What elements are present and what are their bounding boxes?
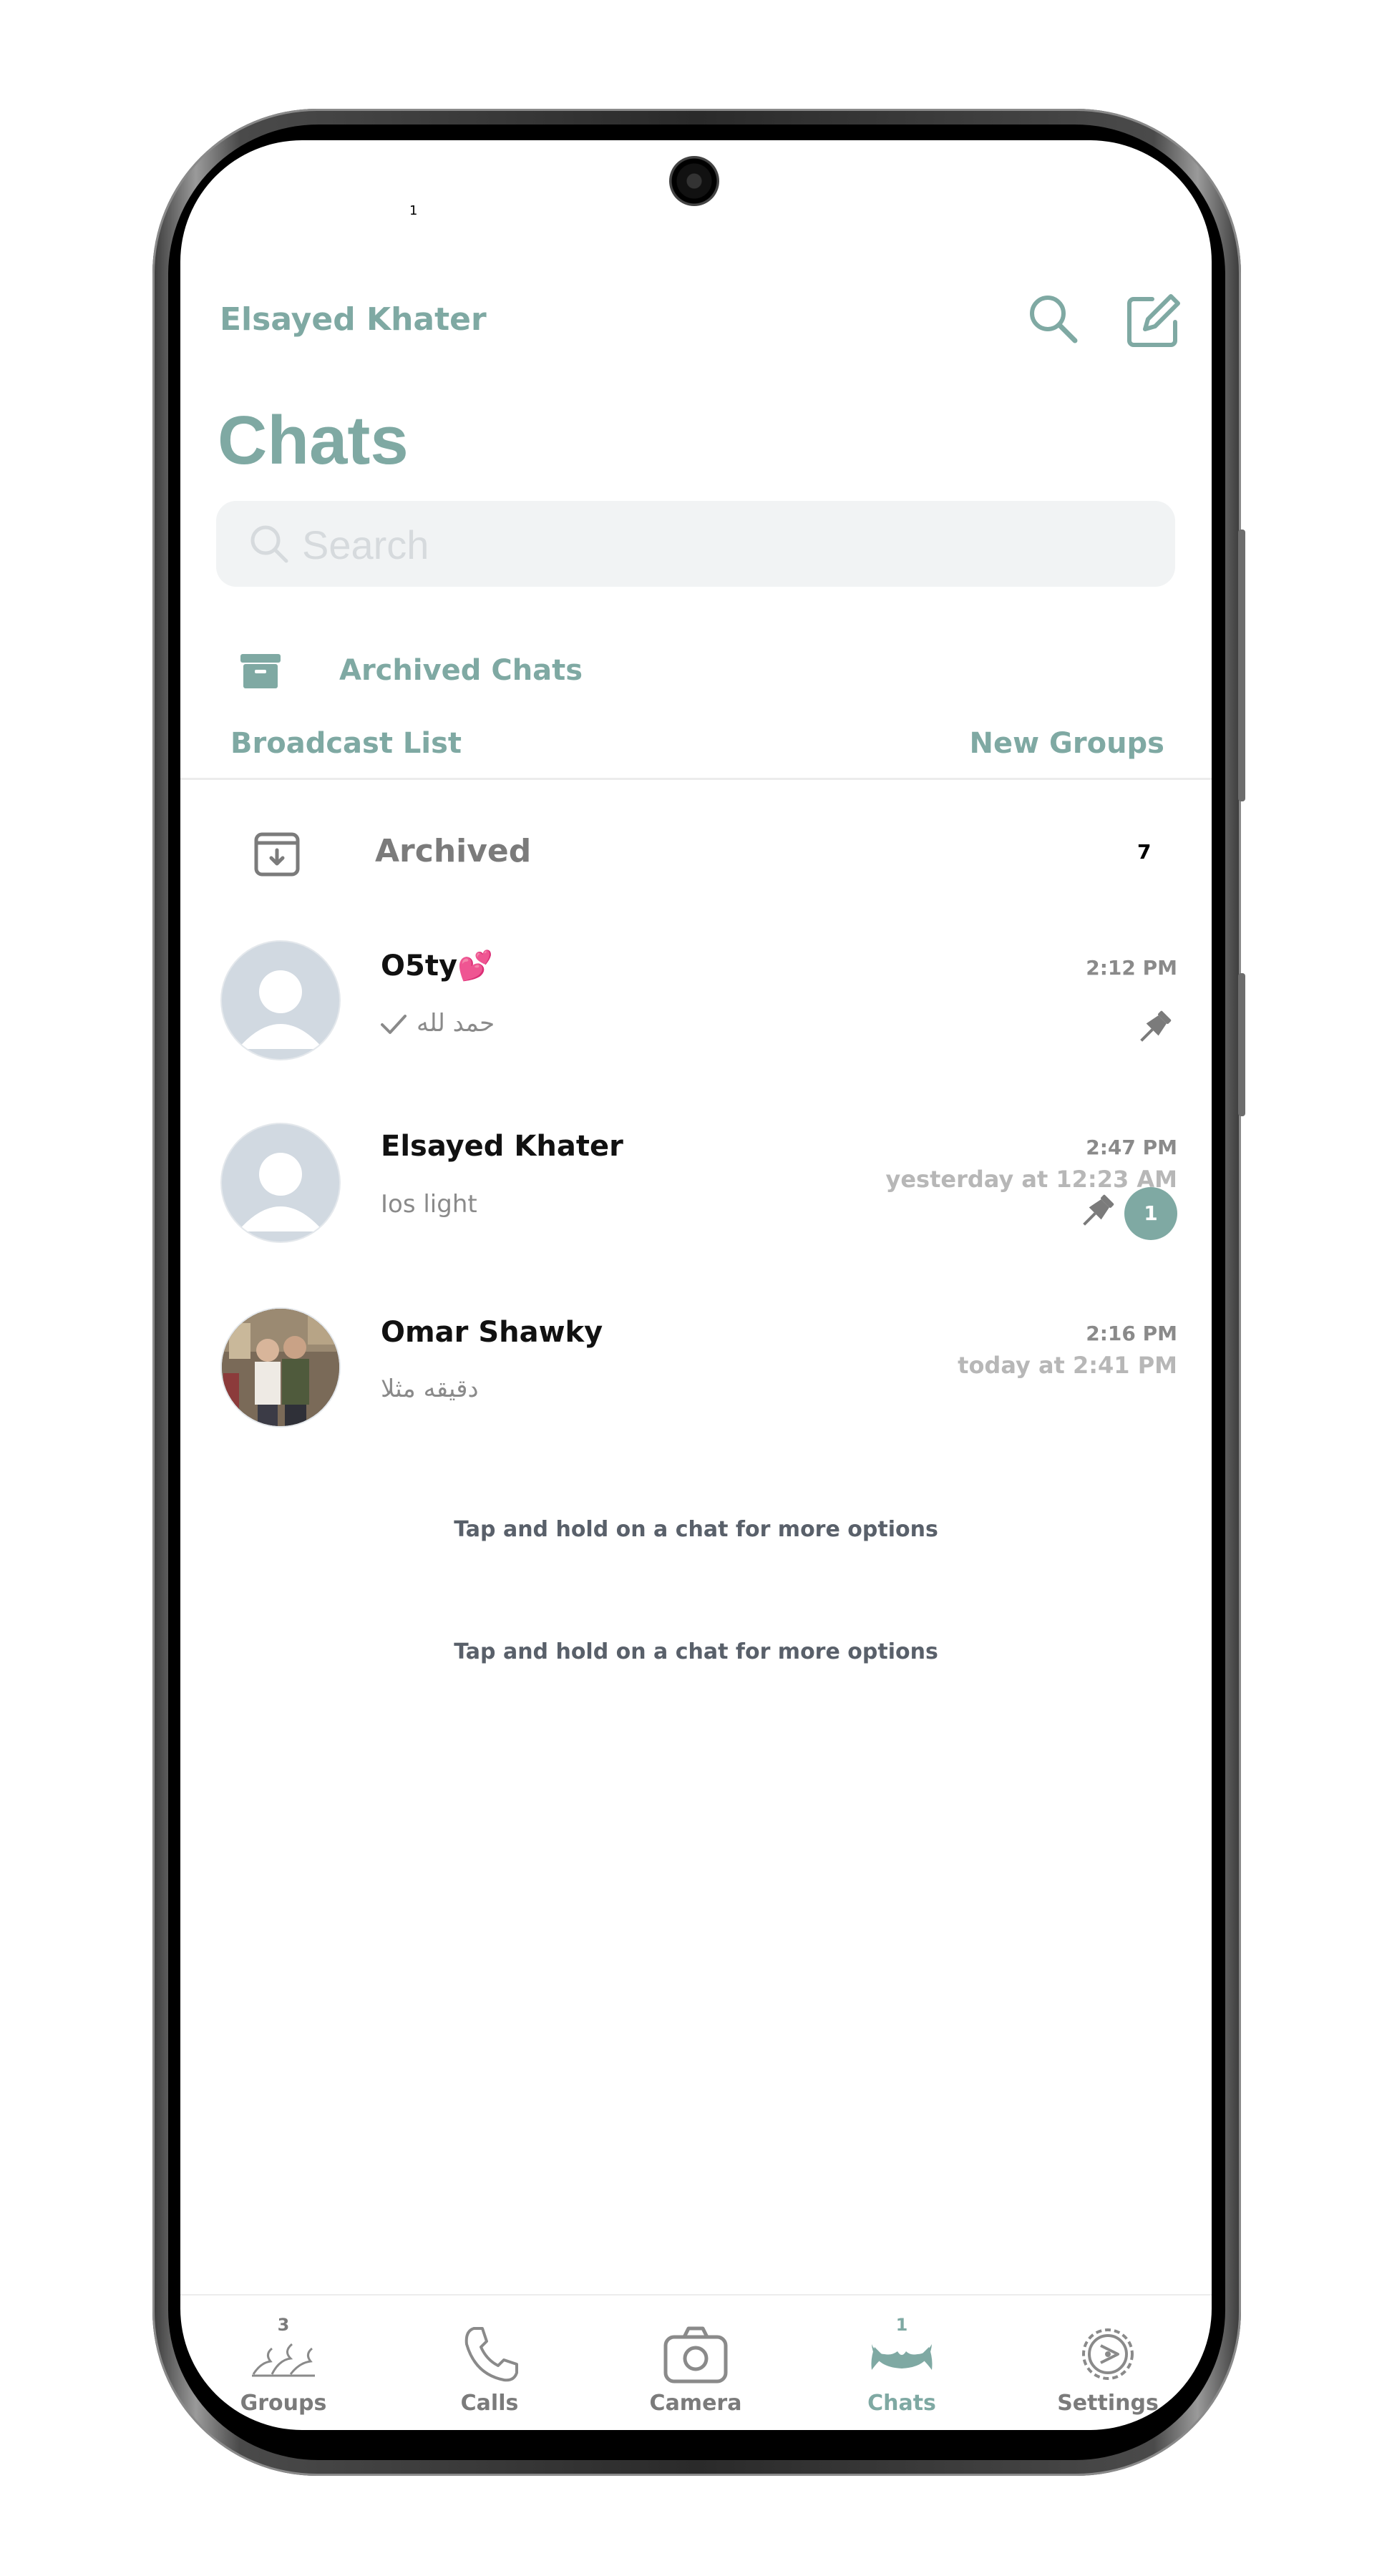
power-button <box>1238 973 1245 1116</box>
phone-icon <box>464 2327 518 2382</box>
tab-bar: 3 Groups Calls Camera 1 Chats Settings <box>180 2294 1212 2430</box>
volume-button <box>1238 530 1245 801</box>
tab-label: Calls <box>460 2391 519 2416</box>
chat-message: Ios light <box>381 1190 477 1219</box>
tab-chats[interactable]: 1 Chats <box>830 2296 973 2430</box>
search-input[interactable] <box>301 517 1126 572</box>
status-indicator: 1 <box>409 203 418 218</box>
tab-label: Groups <box>240 2391 327 2416</box>
archive-box-icon <box>240 654 281 688</box>
archived-chats-link[interactable]: Archived Chats <box>238 634 667 706</box>
profile-name[interactable]: Elsayed Khater <box>220 301 487 338</box>
chat-time: 2:47 PM <box>1086 1136 1177 1159</box>
archived-row[interactable]: Archived 7 <box>180 799 1212 906</box>
chat-name: O5ty💕 <box>381 950 493 982</box>
chat-time: 2:16 PM <box>1086 1322 1177 1345</box>
screen: 1 Elsayed Khater Chats Archived Chats Br… <box>180 140 1212 2430</box>
pin-icon <box>1083 1194 1114 1226</box>
hint-text: Tap and hold on a chat for more options <box>454 1517 938 1542</box>
tab-label: Camera <box>649 2391 742 2416</box>
groups-icon <box>252 2343 315 2377</box>
chat-last-seen: today at 2:41 PM <box>958 1352 1177 1379</box>
chat-last-seen: yesterday at 12:23 AM <box>885 1166 1177 1193</box>
avatar <box>222 942 339 1059</box>
avatar <box>222 1124 339 1241</box>
checkmark-icon <box>381 1015 407 1034</box>
chat-row[interactable]: O5ty💕 حمد لله 2:12 PM <box>180 927 1212 1099</box>
gear-icon <box>1082 2328 1134 2380</box>
avatar-photo <box>222 1309 339 1426</box>
compose-icon[interactable] <box>1124 291 1181 348</box>
chat-time: 2:12 PM <box>1086 956 1177 980</box>
tab-camera[interactable]: Camera <box>624 2296 767 2430</box>
front-camera <box>669 156 719 206</box>
tab-groups[interactable]: 3 Groups <box>212 2296 355 2430</box>
archive-icon <box>254 832 300 877</box>
chats-icon <box>871 2344 933 2370</box>
chat-row[interactable]: Elsayed Khater Ios light 2:47 PM yesterd… <box>180 1110 1212 1282</box>
chat-row[interactable]: Omar Shawky دقيقه مثلا 2:16 PM today at … <box>180 1296 1212 1468</box>
search-bar[interactable] <box>216 501 1175 587</box>
new-groups-link[interactable]: New Groups <box>970 727 1164 760</box>
archived-count: 7 <box>1137 840 1152 864</box>
chat-message: حمد لله <box>417 1009 495 1038</box>
camera-icon <box>663 2326 728 2384</box>
chat-message: دقيقه مثلا <box>381 1375 479 1403</box>
tab-label: Chats <box>867 2391 936 2416</box>
unread-badge: 1 <box>1124 1187 1177 1240</box>
page-title: Chats <box>218 402 409 479</box>
chat-name: Omar Shawky <box>381 1316 603 1349</box>
broadcast-list-link[interactable]: Broadcast List <box>230 727 462 760</box>
tab-calls[interactable]: Calls <box>418 2296 561 2430</box>
divider <box>180 778 1212 780</box>
archived-label: Archived <box>375 833 532 869</box>
tab-settings[interactable]: Settings <box>1036 2296 1179 2430</box>
tab-label: Settings <box>1057 2391 1159 2416</box>
search-field-icon <box>250 525 288 563</box>
search-icon[interactable] <box>1025 291 1082 348</box>
chat-name: Elsayed Khater <box>381 1130 623 1163</box>
archived-chats-label: Archived Chats <box>339 654 583 687</box>
pin-icon <box>1140 1010 1172 1042</box>
hint-text: Tap and hold on a chat for more options <box>454 1639 938 1664</box>
